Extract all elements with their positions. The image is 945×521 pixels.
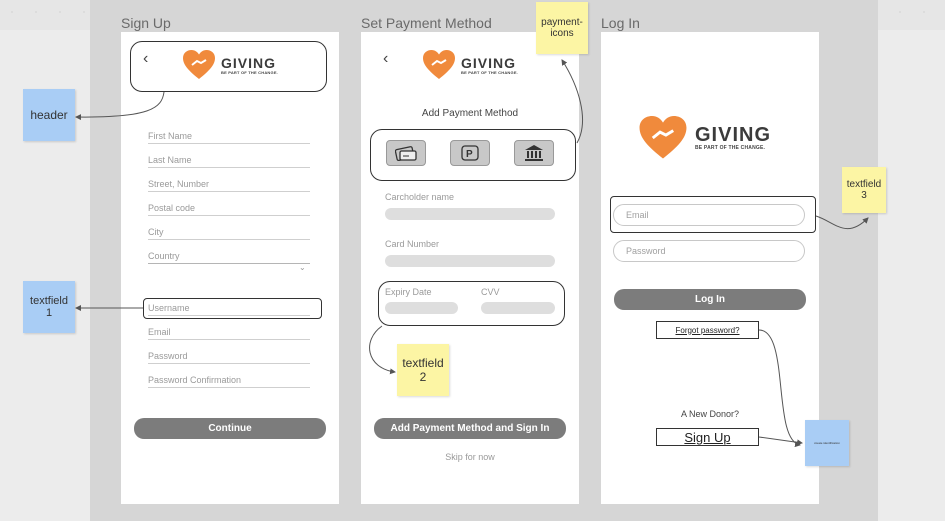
connector-header [75, 91, 165, 121]
note-header[interactable]: header [23, 89, 75, 141]
note-textfield-3-line2: 3 [861, 190, 867, 201]
connector-forgot [758, 329, 801, 448]
connector-textfield-2 [369, 325, 396, 375]
note-textfield-2-line1: textfield [402, 356, 444, 370]
note-textfield-1-line2: 1 [45, 307, 53, 319]
connector-textfield-3 [815, 215, 869, 230]
note-payment-icons-line2: icons [550, 28, 574, 39]
note-textfield-3-line1: textfield [846, 179, 882, 190]
note-textfield-3[interactable]: textfield 3 [842, 167, 886, 213]
note-textfield-2[interactable]: textfield 2 [397, 344, 449, 396]
note-small-blue[interactable]: create identification [805, 420, 849, 466]
note-textfield-2-line2: 2 [419, 370, 427, 384]
note-payment-icons-line1: payment- [541, 17, 583, 28]
connector-payment-icons [561, 59, 584, 144]
annotation-connectors [75, 59, 869, 448]
note-textfield-1-line1: textfield [30, 295, 68, 307]
note-payment-icons[interactable]: payment- icons [536, 2, 588, 54]
connector-signup [758, 436, 803, 446]
note-textfield-1[interactable]: textfield 1 [23, 281, 75, 333]
